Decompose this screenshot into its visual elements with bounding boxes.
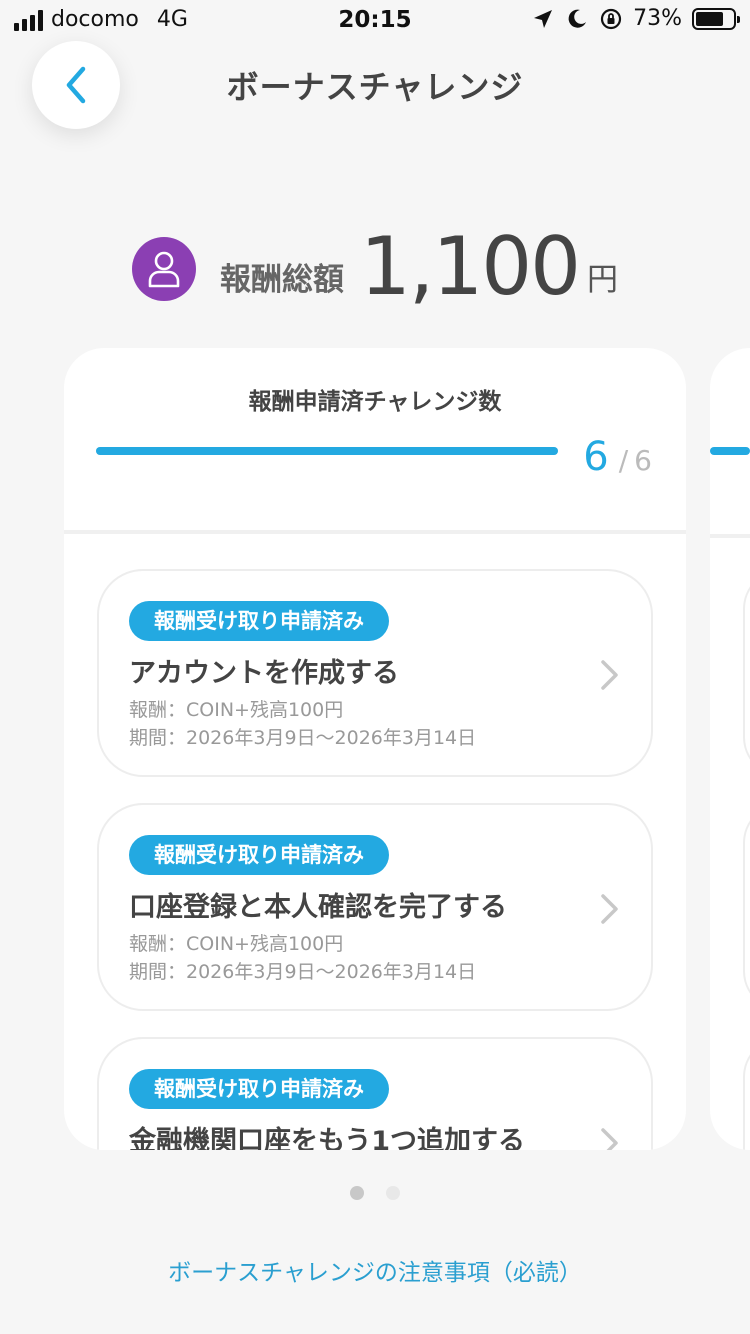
next-card-item [743, 1037, 750, 1150]
challenge-reward: 報酬：COIN+残高100円 [129, 699, 344, 721]
challenge-item-add-account[interactable]: 報酬受け取り申請済み 金融機関口座をもう1つ追加する [97, 1037, 653, 1150]
chevron-right-icon [601, 660, 618, 690]
challenge-title: 口座登録と本人確認を完了する [129, 892, 507, 923]
challenge-title: 金融機関口座をもう1つ追加する [129, 1126, 525, 1150]
battery-percent: 73% [633, 6, 682, 31]
status-badge: 報酬受け取り申請済み [129, 1069, 389, 1109]
challenge-item-bank[interactable]: 報酬受け取り申請済み 口座登録と本人確認を完了する 報酬：COIN+残高100円… [97, 803, 653, 1011]
card-header: 報酬申請済チャレンジ数 6 / 6 [64, 348, 686, 534]
total-amount: 1,100 [359, 220, 581, 313]
avatar [131, 237, 196, 301]
notice-link[interactable]: ボーナスチャレンジの注意事項（必読） [0, 1253, 750, 1287]
page-indicator[interactable] [0, 1186, 750, 1200]
progress-count: 6 / 6 [583, 434, 652, 480]
challenge-item-account[interactable]: 報酬受け取り申請済み アカウントを作成する 報酬：COIN+残高100円 期間：… [97, 569, 653, 777]
progress-separator: / [618, 444, 629, 477]
challenge-card: 報酬申請済チャレンジ数 6 / 6 報酬受け取り申請済み アカウントを作成する … [64, 348, 686, 1150]
card-title: 報酬申請済チャレンジ数 [248, 389, 502, 415]
page-dot-1[interactable] [350, 1186, 364, 1200]
progress-total: 6 [634, 444, 652, 477]
status-bar: docomo 4G 20:15 73% [0, 0, 750, 42]
next-card-divider [710, 534, 750, 538]
next-card-item [743, 803, 750, 1011]
progress-current: 6 [583, 434, 609, 480]
page-dot-2[interactable] [386, 1186, 400, 1200]
bonus-challenge-screen: docomo 4G 20:15 73% ボーナスチャレンジ 報酬総額 1,100… [0, 0, 750, 1334]
challenge-period: 期間：2026年3月9日〜2026年3月14日 [129, 727, 477, 749]
moon-icon [568, 9, 587, 28]
next-card-item [743, 569, 750, 777]
total-unit: 円 [587, 262, 619, 298]
status-right: 73% [531, 6, 740, 31]
next-progress-fill [710, 447, 750, 455]
progress-fill [96, 447, 558, 455]
status-badge: 報酬受け取り申請済み [129, 835, 389, 875]
challenge-title: アカウントを作成する [129, 658, 399, 689]
next-challenge-card[interactable] [710, 348, 750, 1150]
total-reward: 報酬総額 1,100 円 [0, 225, 750, 309]
user-icon [148, 251, 180, 288]
status-badge: 報酬受け取り申請済み [129, 601, 389, 641]
challenge-reward: 報酬：COIN+残高100円 [129, 933, 344, 955]
chevron-right-icon [601, 894, 618, 924]
challenge-period: 期間：2026年3月9日〜2026年3月14日 [129, 961, 477, 983]
battery-icon [692, 7, 740, 30]
page-title: ボーナスチャレンジ [226, 68, 524, 106]
rotation-lock-icon [600, 8, 622, 29]
progress-bar [96, 447, 558, 455]
total-label: 報酬総額 [219, 262, 344, 298]
chevron-right-icon [601, 1128, 618, 1150]
location-arrow-icon [534, 9, 553, 28]
